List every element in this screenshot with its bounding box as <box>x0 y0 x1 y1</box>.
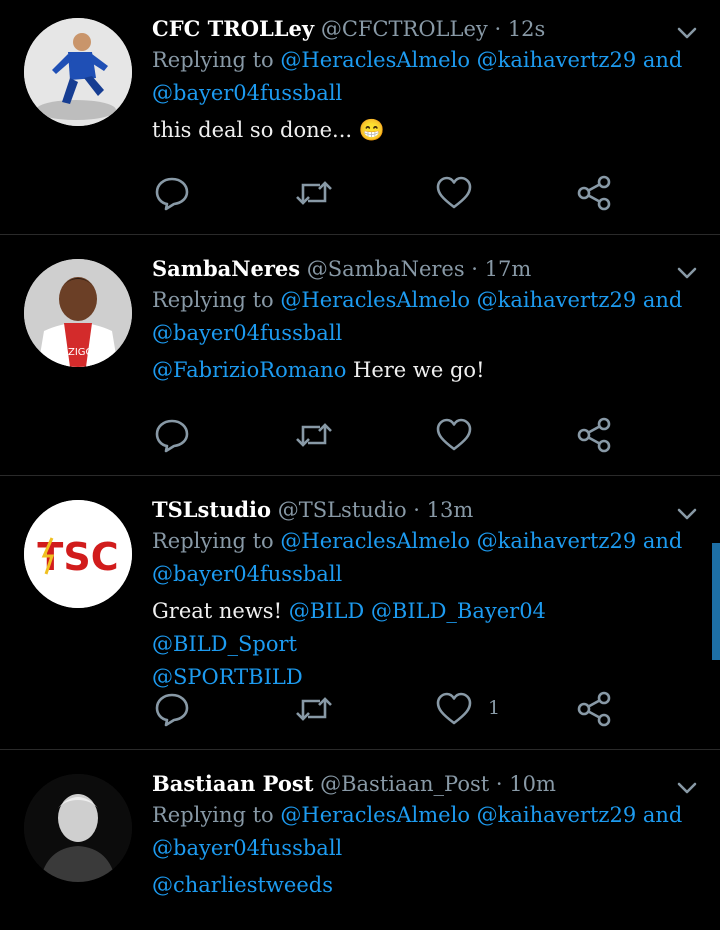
mention-link-sportbild[interactable]: @SPORTBILD <box>152 665 303 689</box>
replying-mention-bayer[interactable]: @bayer04fussball <box>152 81 342 105</box>
svg-text:ZIGGO: ZIGGO <box>68 347 101 358</box>
tweet-actions <box>152 415 622 455</box>
display-name[interactable]: TSLstudio <box>152 497 271 522</box>
replying-mentions[interactable]: @HeraclesAlmelo @kaihavertz29 and <box>280 288 682 312</box>
tweet-actions: 1 <box>152 689 622 729</box>
tweet-header: CFC TROLLey @CFCTROLLey · 12s <box>152 14 690 44</box>
replying-to: Replying to @HeraclesAlmelo @kaihavertz2… <box>152 799 690 865</box>
separator-dot: · <box>494 17 502 41</box>
reply-icon[interactable] <box>152 415 192 455</box>
replying-to: Replying to @HeraclesAlmelo @kaihavertz2… <box>152 44 690 110</box>
timeline: CFC TROLLey @CFCTROLLey · 12s Replying t… <box>0 0 720 930</box>
like-count: 1 <box>488 697 501 719</box>
display-name[interactable]: Bastiaan Post <box>152 771 313 796</box>
display-name[interactable]: SambaNeres <box>152 256 300 281</box>
tweet-header: TSLstudio @TSLstudio · 13m <box>152 495 690 525</box>
chevron-down-icon[interactable] <box>676 777 698 799</box>
share-icon[interactable] <box>575 689 615 729</box>
tweet-content: Bastiaan Post @Bastiaan_Post · 10m Reply… <box>152 769 690 902</box>
tweet-text: this deal so done... 😁 <box>152 114 690 147</box>
share-icon[interactable] <box>575 173 615 213</box>
mention-link[interactable]: @charliestweeds <box>152 873 333 897</box>
tweet-text: @charliestweeds <box>152 869 690 902</box>
timestamp[interactable]: 12s <box>508 17 546 41</box>
tweet-content: TSLstudio @TSLstudio · 13m Replying to @… <box>152 495 690 694</box>
user-handle[interactable]: @SambaNeres <box>307 257 465 281</box>
scrollbar-thumb[interactable] <box>712 543 720 660</box>
player-photo-icon: ZIGGO <box>24 259 132 367</box>
tweet-bastiaan-post[interactable]: Bastiaan Post @Bastiaan_Post · 10m Reply… <box>0 750 720 930</box>
replying-prefix: Replying to <box>152 803 274 827</box>
reply-icon[interactable] <box>152 689 192 729</box>
player-photo-icon <box>24 18 132 126</box>
replying-mentions[interactable]: @HeraclesAlmelo @kaihavertz29 and <box>280 803 682 827</box>
tweet-tslstudio[interactable]: TSC TSLstudio @TSLstudio · 13m Replying … <box>0 476 720 750</box>
replying-mention-bayer[interactable]: @bayer04fussball <box>152 836 342 860</box>
replying-mention-bayer[interactable]: @bayer04fussball <box>152 562 342 586</box>
tweet-content: SambaNeres @SambaNeres · 17m Replying to… <box>152 254 690 387</box>
separator-dot: · <box>471 257 478 281</box>
mention-link[interactable]: @FabrizioRomano <box>152 358 346 382</box>
avatar[interactable]: ZIGGO <box>24 259 132 367</box>
retweet-icon[interactable] <box>294 173 334 213</box>
replying-to: Replying to @HeraclesAlmelo @kaihavertz2… <box>152 525 690 591</box>
tweet-header: Bastiaan Post @Bastiaan_Post · 10m <box>152 769 690 799</box>
avatar[interactable]: TSC <box>24 500 132 608</box>
heart-icon[interactable] <box>434 173 474 213</box>
avatar[interactable] <box>24 774 132 882</box>
replying-mention-bayer[interactable]: @bayer04fussball <box>152 321 342 345</box>
display-name[interactable]: CFC TROLLey <box>152 16 314 41</box>
tweet-text: Great news! @BILD @BILD_Bayer04 @BILD_Sp… <box>152 595 690 694</box>
tweet-text: @FabrizioRomano Here we go! <box>152 354 690 387</box>
separator-dot: · <box>413 498 420 522</box>
chevron-down-icon[interactable] <box>676 503 698 525</box>
tweet-cfc-trolley[interactable]: CFC TROLLey @CFCTROLLey · 12s Replying t… <box>0 0 720 235</box>
retweet-icon[interactable] <box>294 415 334 455</box>
timestamp[interactable]: 17m <box>485 257 532 281</box>
user-handle[interactable]: @TSLstudio <box>278 498 407 522</box>
tsc-logo-icon: TSC <box>24 500 132 608</box>
replying-mentions[interactable]: @HeraclesAlmelo @kaihavertz29 and <box>280 48 682 72</box>
replying-to: Replying to @HeraclesAlmelo @kaihavertz2… <box>152 284 690 350</box>
reply-icon[interactable] <box>152 173 192 213</box>
heart-icon[interactable] <box>434 689 474 729</box>
share-icon[interactable] <box>575 415 615 455</box>
tweet-header: SambaNeres @SambaNeres · 17m <box>152 254 690 284</box>
tweet-content: CFC TROLLey @CFCTROLLey · 12s Replying t… <box>152 14 690 147</box>
tweet-body: Here we go! <box>353 358 485 382</box>
retweet-icon[interactable] <box>294 689 334 729</box>
separator-dot: · <box>495 772 503 796</box>
tweet-actions <box>152 173 622 213</box>
chevron-down-icon[interactable] <box>676 22 698 44</box>
replying-prefix: Replying to <box>152 48 274 72</box>
replying-prefix: Replying to <box>152 529 274 553</box>
heart-icon[interactable] <box>434 415 474 455</box>
timestamp[interactable]: 13m <box>427 498 474 522</box>
avatar[interactable] <box>24 18 132 126</box>
user-handle[interactable]: @CFCTROLLey <box>321 17 488 41</box>
tweet-body: this deal so done... <box>152 118 353 142</box>
replying-prefix: Replying to <box>152 288 274 312</box>
grinning-emoji: 😁 <box>358 118 385 142</box>
user-handle[interactable]: @Bastiaan_Post <box>320 772 489 796</box>
chevron-down-icon[interactable] <box>676 262 698 284</box>
replying-mentions[interactable]: @HeraclesAlmelo @kaihavertz29 and <box>280 529 682 553</box>
timestamp[interactable]: 10m <box>509 772 556 796</box>
profile-photo-icon <box>24 774 132 882</box>
tweet-sambaneres[interactable]: ZIGGO SambaNeres @SambaNeres · 17m Reply… <box>0 235 720 476</box>
tweet-body: Great news! <box>152 599 283 623</box>
